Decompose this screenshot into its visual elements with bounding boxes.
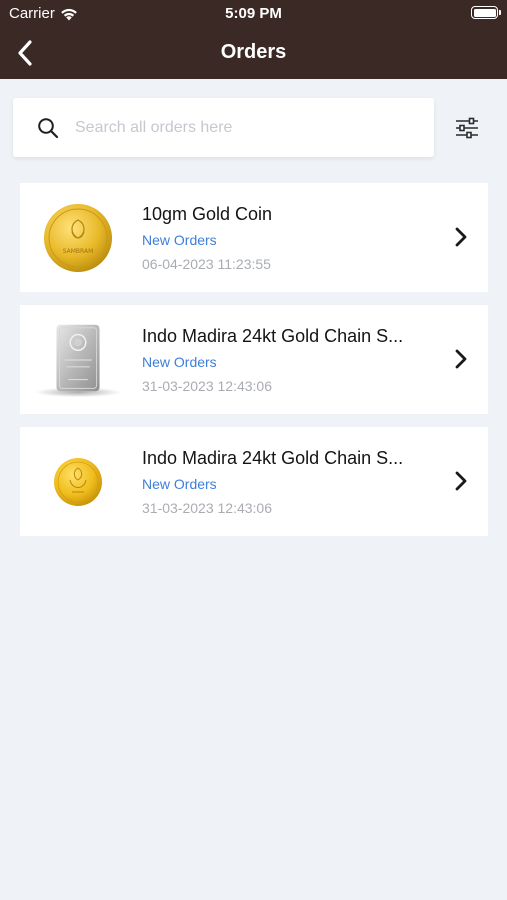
silver-bar-image xyxy=(34,324,122,398)
order-date: 31-03-2023 12:43:06 xyxy=(142,500,272,516)
order-thumbnail xyxy=(33,319,123,401)
search-icon xyxy=(38,118,59,139)
order-status: New Orders xyxy=(142,476,217,492)
order-title: 10gm Gold Coin xyxy=(142,204,273,224)
page-title: Orders xyxy=(220,41,287,63)
order-card[interactable]: Indo Madira 24kt Gold Chain S... New Ord… xyxy=(20,305,488,414)
order-status: New Orders xyxy=(142,232,217,248)
chevron-right-icon xyxy=(455,471,467,491)
order-status: New Orders xyxy=(142,354,217,370)
filter-button[interactable] xyxy=(453,114,481,142)
orders-list: SAMBRAM 10gm Gold Coin New Orders 06-04-… xyxy=(20,183,488,549)
svg-text:SAMBRAM: SAMBRAM xyxy=(63,248,94,255)
battery-icon xyxy=(471,6,501,19)
order-date: 31-03-2023 12:43:06 xyxy=(142,378,272,394)
order-title: Indo Madira 24kt Gold Chain S... xyxy=(142,448,404,468)
order-date: 06-04-2023 11:23:55 xyxy=(142,256,271,272)
search-box xyxy=(13,98,434,157)
search-input[interactable] xyxy=(75,112,415,144)
order-card[interactable]: Indo Madira 24kt Gold Chain S... New Ord… xyxy=(20,427,488,536)
status-bar: Carrier 5:09 PM xyxy=(0,0,507,28)
sliders-icon xyxy=(456,117,478,139)
order-title: Indo Madira 24kt Gold Chain S... xyxy=(142,326,404,346)
order-thumbnail xyxy=(33,441,123,523)
chevron-right-icon xyxy=(455,349,467,369)
gold-coin-image: SAMBRAM xyxy=(44,204,112,272)
order-thumbnail: SAMBRAM xyxy=(33,197,123,279)
chevron-right-icon xyxy=(455,227,467,247)
navigation-bar: Orders xyxy=(0,28,507,79)
gold-coin-image xyxy=(54,458,102,506)
order-card[interactable]: SAMBRAM 10gm Gold Coin New Orders 06-04-… xyxy=(20,183,488,292)
status-time: 5:09 PM xyxy=(225,5,282,22)
